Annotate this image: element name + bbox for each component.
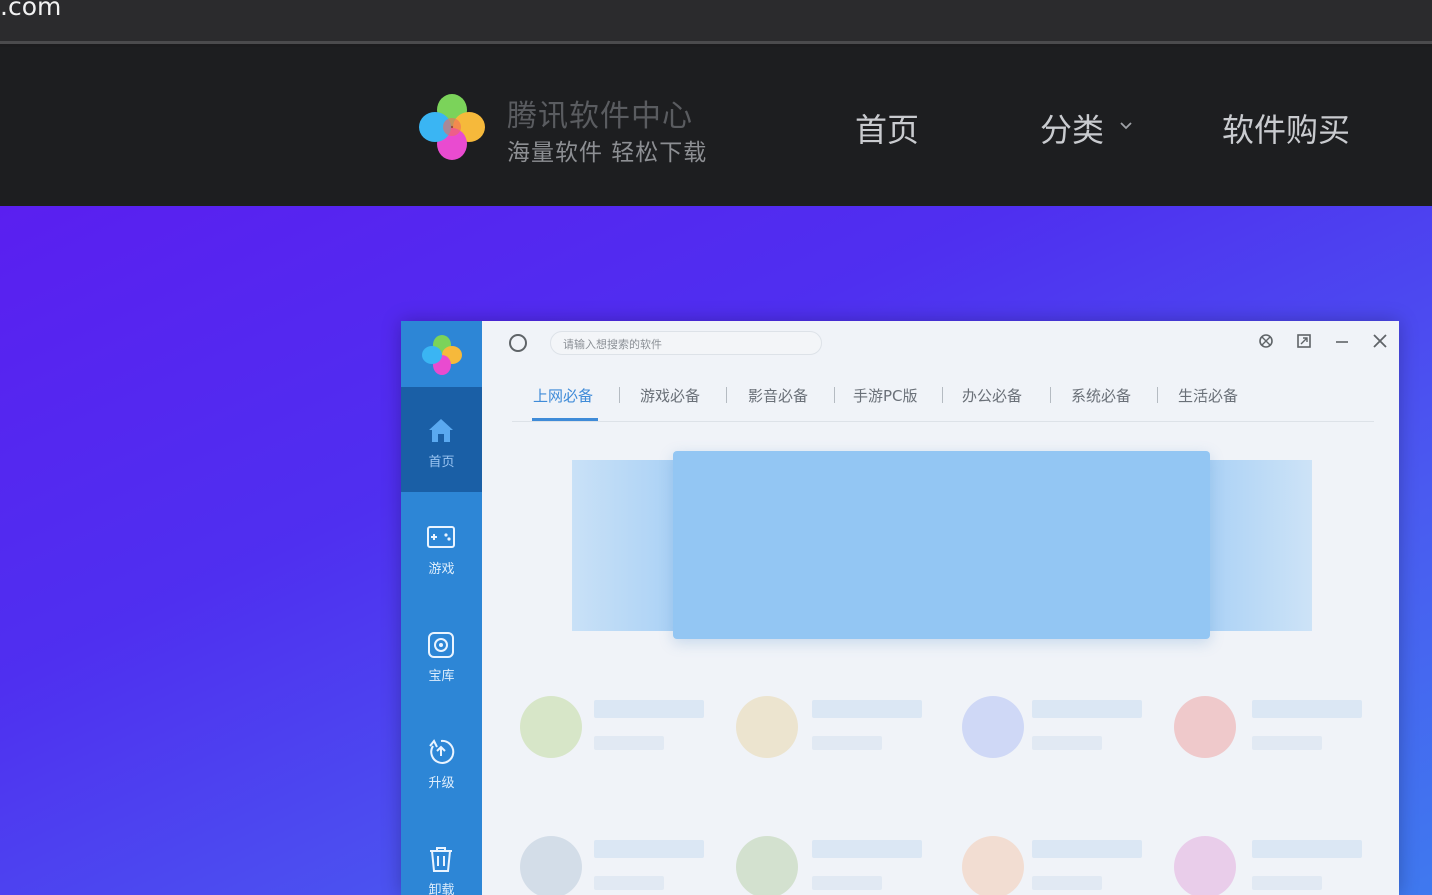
app-desc-placeholder	[812, 736, 882, 750]
sidebar-item-upgrade[interactable]: 升级	[401, 708, 482, 813]
close-icon[interactable]	[1370, 331, 1390, 351]
app-card[interactable]	[736, 836, 946, 895]
sidebar-item-label: 首页	[428, 455, 455, 470]
tab-life[interactable]: 生活必备	[1178, 385, 1238, 406]
app-main: 请输入想搜索的软件 上网必备 游戏必备 影音必备 手游PC版 办公必备 系统必备…	[482, 321, 1399, 895]
search-input[interactable]: 请输入想搜索的软件	[550, 331, 822, 355]
brand-subtitle: 海量软件 轻松下载	[507, 140, 708, 166]
sidebar-item-games[interactable]: 游戏	[401, 494, 482, 599]
app-name-placeholder	[1032, 840, 1142, 858]
app-card[interactable]	[1174, 696, 1384, 776]
sidebar-item-treasure[interactable]: 宝库	[401, 601, 482, 706]
address-text: .com	[0, 0, 62, 21]
tab-games[interactable]: 游戏必备	[640, 385, 700, 406]
tab-office[interactable]: 办公必备	[962, 385, 1022, 406]
carousel-slide-current[interactable]	[673, 451, 1210, 639]
app-desc-placeholder	[1252, 736, 1322, 750]
app-desc-placeholder	[594, 876, 664, 890]
tab-internet[interactable]: 上网必备	[533, 385, 593, 406]
app-icon	[1174, 836, 1236, 895]
search-placeholder: 请输入想搜索的软件	[563, 338, 662, 351]
refresh-icon[interactable]	[509, 334, 527, 352]
app-window-preview: 首页 游戏 宝库 升级 卸载 请输入想搜索的软件 上网必备 游戏必备 影音必备 …	[401, 321, 1399, 895]
tab-media[interactable]: 影音必备	[748, 385, 808, 406]
app-name-placeholder	[594, 700, 704, 718]
nav-home[interactable]: 首页	[855, 105, 919, 151]
gamepad-icon	[427, 526, 455, 548]
nav-buy-software[interactable]: 软件购买	[1222, 105, 1350, 151]
app-desc-placeholder	[1032, 876, 1102, 890]
treasure-icon	[428, 632, 454, 658]
app-card[interactable]	[962, 836, 1172, 895]
app-desc-placeholder	[1252, 876, 1322, 890]
sidebar-item-home[interactable]: 首页	[401, 387, 482, 492]
app-name-placeholder	[1252, 700, 1362, 718]
app-desc-placeholder	[1032, 736, 1102, 750]
app-icon	[962, 836, 1024, 895]
tab-separator	[619, 387, 620, 403]
app-icon	[520, 836, 582, 895]
app-sidebar: 首页 游戏 宝库 升级 卸载	[401, 321, 482, 895]
tab-separator	[942, 387, 943, 403]
nav-category[interactable]: 分类	[1040, 105, 1104, 151]
restore-icon[interactable]	[1294, 331, 1314, 351]
upgrade-icon	[429, 739, 455, 764]
app-icon	[1174, 696, 1236, 758]
app-name-placeholder	[594, 840, 704, 858]
app-icon	[736, 836, 798, 895]
clover-logo-icon[interactable]	[418, 93, 486, 161]
tab-separator	[726, 387, 727, 403]
app-card[interactable]	[736, 696, 946, 776]
sidebar-item-label: 升级	[428, 776, 455, 791]
sidebar-item-label: 游戏	[428, 562, 455, 577]
carousel-slide-next[interactable]	[1192, 460, 1312, 631]
tab-separator	[1050, 387, 1051, 403]
app-card[interactable]	[520, 696, 730, 776]
tab-separator	[834, 387, 835, 403]
app-icon	[736, 696, 798, 758]
sidebar-item-uninstall[interactable]: 卸载	[401, 815, 482, 895]
app-desc-placeholder	[594, 736, 664, 750]
home-icon	[429, 419, 453, 442]
browser-address-bar[interactable]: .com	[0, 0, 1432, 44]
settings-icon[interactable]	[1256, 331, 1276, 351]
trash-icon	[430, 847, 452, 872]
app-icon	[962, 696, 1024, 758]
app-card[interactable]	[962, 696, 1172, 776]
tab-separator	[1157, 387, 1158, 403]
app-name-placeholder	[812, 700, 922, 718]
app-desc-placeholder	[812, 876, 882, 890]
tab-system[interactable]: 系统必备	[1071, 385, 1131, 406]
tabs-divider	[512, 421, 1374, 422]
site-header: 腾讯软件中心 海量软件 轻松下载 首页 分类 软件购买	[0, 47, 1432, 206]
app-name-placeholder	[1252, 840, 1362, 858]
sidebar-item-label: 卸载	[428, 883, 455, 895]
app-icon	[520, 696, 582, 758]
chevron-down-icon[interactable]	[1118, 118, 1134, 134]
tab-mobile-pc[interactable]: 手游PC版	[853, 385, 918, 406]
sidebar-item-label: 宝库	[428, 669, 455, 684]
app-card[interactable]	[1174, 836, 1384, 895]
app-name-placeholder	[1032, 700, 1142, 718]
clover-logo-icon	[422, 335, 462, 375]
app-card[interactable]	[520, 836, 730, 895]
app-name-placeholder	[812, 840, 922, 858]
minimize-icon[interactable]	[1332, 331, 1352, 351]
brand-title: 腾讯软件中心	[507, 99, 693, 134]
